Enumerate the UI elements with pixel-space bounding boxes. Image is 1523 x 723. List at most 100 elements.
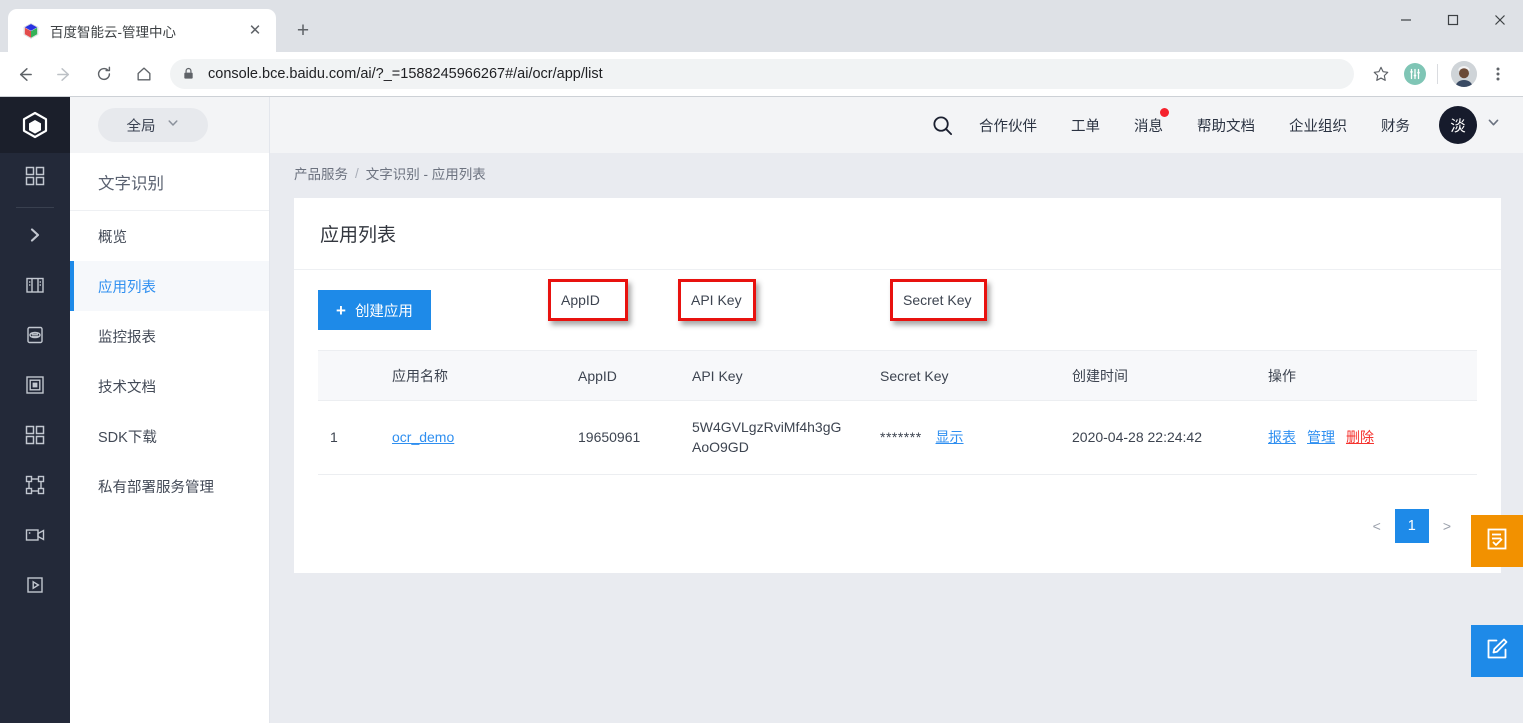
profile-avatar[interactable] — [1449, 59, 1479, 89]
window-close-button[interactable] — [1476, 0, 1523, 40]
scope-selector-bar: 全局 — [70, 97, 269, 153]
action-report-link[interactable]: 报表 — [1268, 427, 1296, 447]
cell-appid: 19650961 — [566, 400, 680, 475]
back-icon[interactable] — [6, 56, 42, 92]
sidebar-item-overview[interactable]: 概览 — [70, 211, 269, 261]
plus-icon: + — [336, 300, 346, 320]
tab-strip: 百度智能云-管理中心 ✕ + — [0, 0, 1523, 52]
database-icon — [24, 324, 46, 351]
topnav-item-enterprise[interactable]: 企业组织 — [1272, 115, 1364, 136]
sidebar-item-sdk-download[interactable]: SDK下载 — [70, 411, 269, 461]
star-icon[interactable] — [1366, 59, 1396, 89]
browser-tab[interactable]: 百度智能云-管理中心 ✕ — [8, 9, 276, 52]
topnav-item-tickets[interactable]: 工单 — [1054, 115, 1117, 136]
rail-item-database[interactable] — [0, 312, 70, 362]
toolbar-divider — [1437, 64, 1438, 84]
tab-close-icon[interactable]: ✕ — [244, 20, 266, 42]
sidebar-item-label: SDK下载 — [98, 429, 157, 446]
action-manage-link[interactable]: 管理 — [1307, 427, 1335, 447]
chevron-down-icon[interactable] — [1486, 115, 1501, 135]
sidebar-item-label: 概览 — [98, 229, 127, 246]
feedback-button[interactable] — [1471, 625, 1523, 677]
scope-selector-label: 全局 — [126, 118, 156, 135]
action-delete-link[interactable]: 删除 — [1346, 427, 1374, 447]
redbox-apikey: API Key — [678, 279, 756, 321]
three-dot-menu-icon[interactable] — [1483, 59, 1513, 89]
breadcrumb: 产品服务 / 文字识别 - 应用列表 — [270, 153, 1523, 193]
column-header-appid: AppID — [566, 350, 680, 401]
home-icon[interactable] — [126, 56, 162, 92]
rail-item-apps[interactable] — [0, 412, 70, 462]
create-app-button[interactable]: + 创建应用 — [318, 290, 431, 330]
grid-four-icon — [24, 165, 46, 192]
rail-item-player[interactable] — [0, 562, 70, 612]
app-list-table: 应用名称 AppID API Key Secret Key 创建时间 操作 1 — [318, 350, 1477, 475]
icon-rail — [0, 97, 70, 723]
secret-masked-value: ******* — [880, 429, 922, 446]
topnav-item-finance[interactable]: 财务 — [1364, 115, 1427, 136]
grid-apps-icon — [24, 424, 46, 451]
address-bar[interactable]: console.bce.baidu.com/ai/?_=158824596626… — [170, 59, 1354, 89]
topnav-item-partners[interactable]: 合作伙伴 — [962, 115, 1054, 136]
app-name-link[interactable]: ocr_demo — [392, 429, 454, 445]
table-row: 1 ocr_demo 19650961 5W4GVLgzRviMf4h3gGAo… — [318, 400, 1477, 475]
sidebar-item-tech-docs[interactable]: 技术文档 — [70, 361, 269, 411]
server-icon — [24, 274, 46, 301]
extension-icon[interactable] — [1400, 59, 1430, 89]
redbox-secretkey: Secret Key — [890, 279, 987, 321]
sidebar-item-private-deploy[interactable]: 私有部署服务管理 — [70, 461, 269, 511]
window-minimize-button[interactable] — [1382, 0, 1429, 40]
lock-icon — [182, 67, 196, 81]
rail-item-expand[interactable] — [0, 212, 70, 262]
search-icon[interactable] — [922, 114, 962, 137]
pagination-next-button[interactable]: > — [1443, 518, 1451, 534]
pagination-page-1[interactable]: 1 — [1394, 508, 1429, 543]
app-shell: 全局 文字识别 概览 应用列表 监控报表 技术文档 SDK下载 私有部署服务管理 — [0, 97, 1523, 723]
app-list-card: 应用列表 + 创建应用 应用名称 AppID API Key Secret Ke… — [294, 198, 1501, 573]
product-sidebar: 全局 文字识别 概览 应用列表 监控报表 技术文档 SDK下载 私有部署服务管理 — [70, 97, 270, 723]
rail-item-dashboard[interactable] — [0, 153, 70, 203]
breadcrumb-root[interactable]: 产品服务 — [294, 163, 348, 183]
rail-item-network[interactable] — [0, 462, 70, 512]
topnav-item-label: 财务 — [1381, 118, 1410, 135]
page-title: 应用列表 — [294, 198, 1501, 270]
avatar[interactable]: 淡 — [1439, 106, 1477, 144]
play-box-icon — [24, 574, 46, 601]
address-bar-url: console.bce.baidu.com/ai/?_=158824596626… — [208, 66, 603, 82]
column-header-apikey: API Key — [680, 350, 868, 401]
chevron-right-icon — [25, 225, 45, 250]
sidebar-product-title: 文字识别 — [70, 153, 269, 211]
topnav-item-label: 工单 — [1071, 118, 1100, 135]
window-maximize-button[interactable] — [1429, 0, 1476, 40]
secret-show-link[interactable]: 显示 — [936, 429, 964, 445]
rail-divider — [16, 207, 54, 208]
window-controls — [1382, 0, 1523, 40]
table-header-row: 应用名称 AppID API Key Secret Key 创建时间 操作 — [318, 350, 1477, 401]
column-header-actions: 操作 — [1256, 350, 1477, 401]
row-actions: 报表 管理 删除 — [1268, 427, 1465, 447]
sidebar-item-label: 监控报表 — [98, 329, 156, 346]
topnav-item-messages[interactable]: 消息 — [1117, 107, 1180, 136]
reload-icon[interactable] — [86, 56, 122, 92]
scope-selector[interactable]: 全局 — [98, 108, 208, 142]
baidu-cloud-logo-icon[interactable] — [0, 97, 70, 153]
redbox-appid: AppID — [548, 279, 628, 321]
browser-chrome: 百度智能云-管理中心 ✕ + console.bce.baidu.com/ai/… — [0, 0, 1523, 97]
breadcrumb-separator: / — [355, 165, 359, 181]
topnav-item-help-docs[interactable]: 帮助文档 — [1180, 115, 1272, 136]
new-tab-button[interactable]: + — [286, 13, 320, 47]
rail-item-media[interactable] — [0, 512, 70, 562]
create-app-button-label: 创建应用 — [354, 303, 413, 320]
pagination: < 1 > — [318, 475, 1477, 573]
rail-item-server[interactable] — [0, 262, 70, 312]
column-header-secret: Secret Key — [868, 350, 1060, 401]
cell-apikey: 5W4GVLgzRviMf4h3gGAoO9GD — [680, 400, 868, 475]
rail-item-security[interactable] — [0, 362, 70, 412]
forward-icon[interactable] — [46, 56, 82, 92]
sidebar-item-app-list[interactable]: 应用列表 — [70, 261, 269, 311]
topnav-item-label: 帮助文档 — [1197, 118, 1255, 135]
pagination-prev-button[interactable]: < — [1373, 518, 1381, 534]
sidebar-item-monitor-report[interactable]: 监控报表 — [70, 311, 269, 361]
topnav-item-label: 企业组织 — [1289, 118, 1347, 135]
survey-button[interactable] — [1471, 515, 1523, 567]
